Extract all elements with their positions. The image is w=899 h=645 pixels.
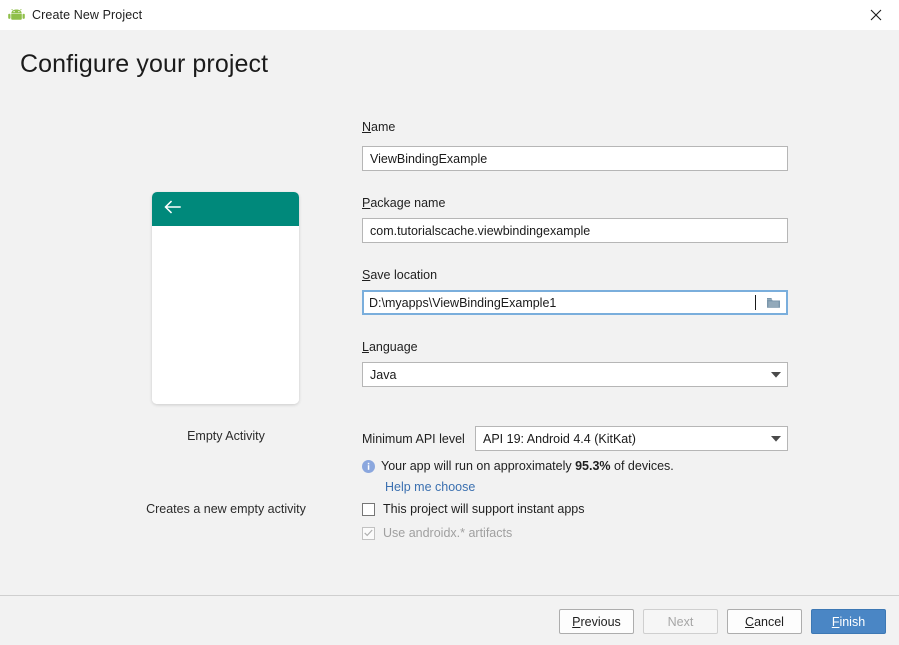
name-input[interactable] xyxy=(362,146,788,171)
api-coverage-prefix: Your app will run on approximately xyxy=(381,459,576,473)
template-name: Empty Activity xyxy=(187,429,265,443)
minimum-api-label: Minimum API level xyxy=(362,432,465,446)
next-button: Next xyxy=(643,609,718,634)
api-coverage-percent: 95.3% xyxy=(575,459,611,473)
previous-button-mnemonic: P xyxy=(572,614,581,629)
cancel-button-mnemonic: C xyxy=(745,614,755,629)
title-bar: Create New Project xyxy=(0,0,899,30)
cancel-button-label: ancel xyxy=(754,614,784,629)
window-title: Create New Project xyxy=(32,8,143,22)
android-robot-icon xyxy=(7,6,25,24)
package-name-label-rest: ackage name xyxy=(370,196,446,210)
language-select[interactable]: Java xyxy=(362,362,788,387)
language-label-mnemonic: L xyxy=(362,340,369,354)
instant-apps-checkbox[interactable] xyxy=(362,502,375,516)
text-caret xyxy=(755,295,756,310)
phone-preview-card xyxy=(152,192,299,404)
save-location-label: Save location xyxy=(362,268,437,282)
save-location-label-rest: ave location xyxy=(370,268,438,282)
finish-button-label: inish xyxy=(839,614,866,629)
chevron-down-icon xyxy=(765,435,787,442)
androidx-checkbox-row: Use androidx.* artifacts xyxy=(362,526,512,540)
previous-button[interactable]: Previous xyxy=(559,609,634,634)
package-name-label: Package name xyxy=(362,196,445,210)
minimum-api-selected-value: API 19: Android 4.4 (KitKat) xyxy=(483,431,636,446)
save-location-input[interactable] xyxy=(364,292,758,313)
page-title: Configure your project xyxy=(20,50,269,78)
checkmark-icon xyxy=(364,529,373,537)
finish-button-mnemonic: F xyxy=(831,614,840,629)
template-preview xyxy=(152,192,299,404)
next-button-label: Next xyxy=(667,614,694,629)
language-label-rest: anguage xyxy=(368,340,418,354)
package-name-input[interactable] xyxy=(362,218,788,243)
vertical-scrollbar-track[interactable] xyxy=(864,100,875,560)
minimum-api-select[interactable]: API 19: Android 4.4 (KitKat) xyxy=(475,426,788,451)
api-coverage-info: Your app will run on approximately 95.3%… xyxy=(362,459,674,473)
language-label: Language xyxy=(362,340,418,354)
preview-app-bar xyxy=(152,192,299,226)
finish-button[interactable]: Finish xyxy=(811,609,886,634)
androidx-label: Use androidx.* artifacts xyxy=(383,526,513,540)
chevron-down-icon xyxy=(765,371,787,378)
name-label-mnemonic: N xyxy=(362,120,372,134)
preview-content-area xyxy=(152,226,299,404)
instant-apps-label: This project will support instant apps xyxy=(383,502,585,516)
folder-icon[interactable] xyxy=(760,292,786,313)
save-location-field[interactable] xyxy=(362,290,788,315)
instant-apps-checkbox-row[interactable]: This project will support instant apps xyxy=(362,502,584,516)
help-me-choose-link[interactable]: Help me choose xyxy=(385,480,475,494)
info-icon xyxy=(362,459,375,473)
language-selected-value: Java xyxy=(370,367,397,382)
name-label-rest: ame xyxy=(371,120,396,134)
name-label: Name xyxy=(362,120,395,134)
template-description: Creates a new empty activity xyxy=(146,502,306,516)
previous-button-label: revious xyxy=(580,614,621,629)
api-coverage-text: Your app will run on approximately 95.3%… xyxy=(381,459,674,473)
api-coverage-suffix: of devices. xyxy=(610,459,674,473)
back-arrow-icon xyxy=(164,200,181,219)
close-icon[interactable] xyxy=(853,0,899,30)
cancel-button[interactable]: Cancel xyxy=(727,609,802,634)
create-new-project-dialog: Create New Project Configure your projec… xyxy=(0,0,899,645)
androidx-checkbox xyxy=(362,526,375,540)
